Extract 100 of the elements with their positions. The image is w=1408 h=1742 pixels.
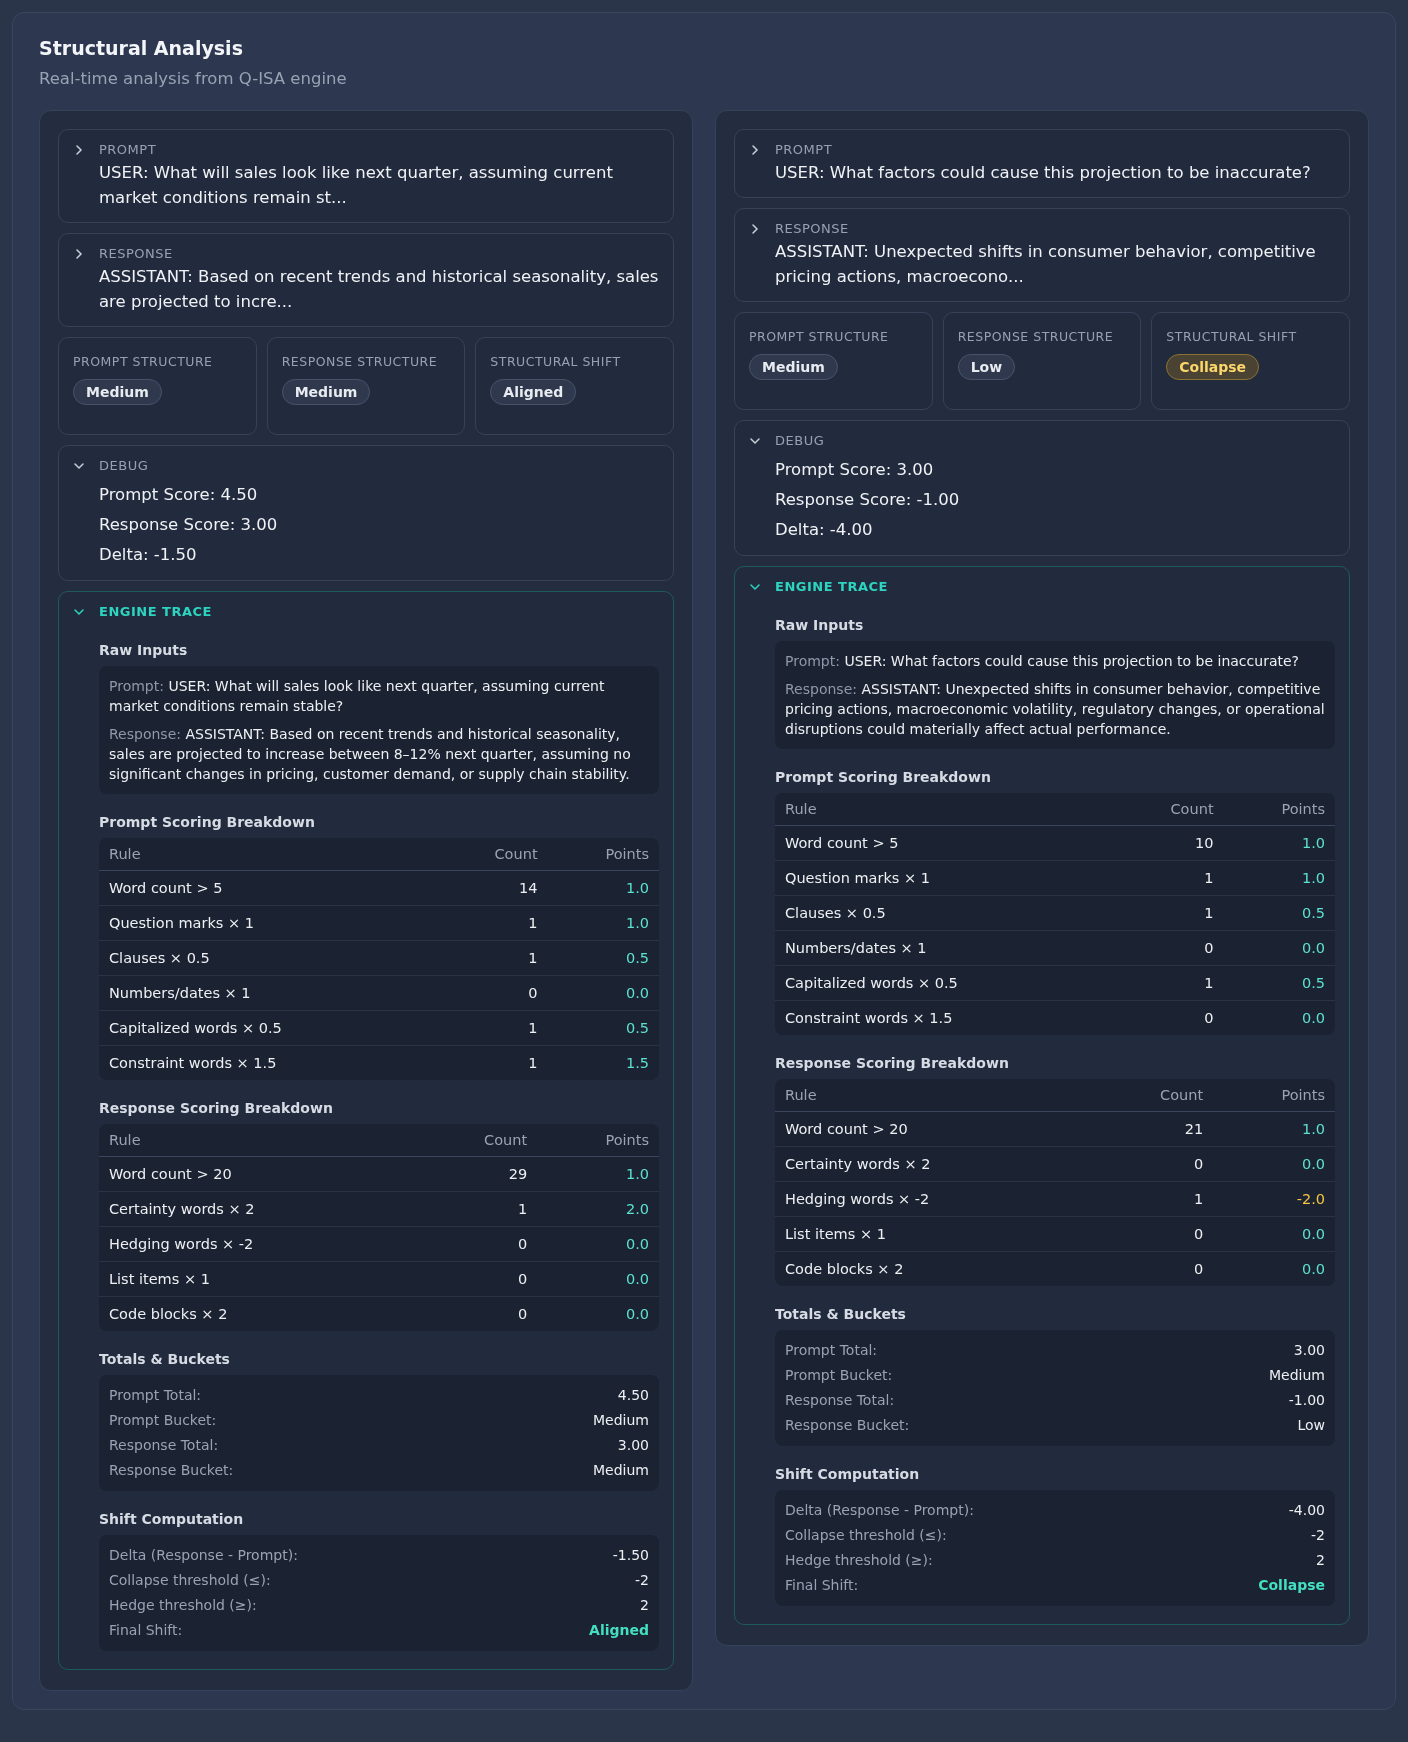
table-cell: Code blocks × 2: [775, 1251, 1093, 1286]
column-header: Count: [1092, 1079, 1214, 1112]
table-cell: 0: [437, 975, 548, 1011]
section-label[interactable]: PROMPT: [775, 140, 833, 160]
field-label: Response Total:: [109, 1436, 219, 1455]
page-subtitle: Real-time analysis from Q-ISA engine: [39, 69, 348, 88]
table-cell: 0: [416, 1226, 538, 1262]
table-title: Response Scoring Breakdown: [775, 1055, 1010, 1071]
section-label[interactable]: PROMPT: [99, 140, 157, 160]
field-value: Aligned: [589, 1621, 649, 1640]
column-header: Rule: [775, 793, 1114, 826]
chevron-right-icon: [749, 223, 761, 235]
table-cell: Clauses × 0.5: [775, 895, 1114, 931]
table-cell: 1: [437, 940, 548, 976]
section-label[interactable]: RESPONSE: [775, 219, 849, 239]
table-cell: List items × 1: [775, 1216, 1093, 1252]
section-label[interactable]: ENGINE TRACE: [775, 577, 888, 597]
table-cell: 1.0: [1223, 860, 1335, 896]
structure-label: PROMPT STRUCTURE: [73, 353, 213, 371]
table-cell: Word count > 20: [99, 1156, 417, 1192]
structure-label: RESPONSE STRUCTURE: [281, 353, 438, 371]
table-cell: 0.0: [547, 975, 659, 1011]
structure-badge: Medium: [749, 354, 838, 380]
table-cell: Hedging words × -2: [99, 1226, 417, 1262]
table-cell: 1.0: [547, 905, 659, 941]
section-title: Raw Inputs: [775, 617, 865, 633]
section-label[interactable]: DEBUG: [775, 431, 825, 451]
table-cell: 0.5: [1223, 895, 1335, 931]
section-title: Totals & Buckets: [99, 1351, 231, 1367]
section-title: Raw Inputs: [99, 642, 189, 658]
field-value: 3.00: [1293, 1341, 1325, 1360]
section-title: Totals & Buckets: [775, 1306, 907, 1322]
table-cell: Constraint words × 1.5: [99, 1045, 438, 1080]
field-value: Medium: [1269, 1366, 1325, 1385]
field-label: Collapse threshold (≤):: [109, 1571, 271, 1590]
table-title: Prompt Scoring Breakdown: [775, 769, 992, 785]
field-value: Low: [1297, 1416, 1325, 1435]
chevron-down-icon: [73, 460, 85, 472]
table-cell: 0.5: [547, 940, 659, 976]
section-label[interactable]: DEBUG: [99, 456, 149, 476]
field-value: Medium: [593, 1461, 649, 1480]
table-cell: Word count > 20: [775, 1111, 1093, 1147]
chevron-down-icon: [73, 606, 85, 618]
debug-line: Delta: -1.50: [99, 544, 198, 566]
table-cell: List items × 1: [99, 1261, 417, 1297]
table-cell: 1.0: [547, 870, 659, 906]
table-cell: 0.0: [1223, 930, 1335, 966]
field-label: Prompt Total:: [109, 1386, 202, 1405]
table-cell: Clauses × 0.5: [99, 940, 438, 976]
table-cell: Hedging words × -2: [775, 1181, 1093, 1217]
table-cell: Constraint words × 1.5: [775, 1000, 1114, 1035]
column-header: Points: [547, 838, 659, 871]
column-header: Points: [537, 1124, 659, 1157]
field-value: -4.00: [1288, 1501, 1325, 1520]
table-cell: Numbers/dates × 1: [775, 930, 1114, 966]
column-header: Count: [416, 1124, 538, 1157]
table-cell: 0: [416, 1296, 538, 1331]
table-cell: Certainty words × 2: [775, 1146, 1093, 1182]
table-title: Prompt Scoring Breakdown: [99, 814, 316, 830]
table-cell: Capitalized words × 0.5: [99, 1010, 438, 1046]
field-label: Response Bucket:: [785, 1416, 910, 1435]
table-cell: Certainty words × 2: [99, 1191, 417, 1227]
section-label[interactable]: ENGINE TRACE: [99, 602, 212, 622]
table-cell: 0.5: [547, 1010, 659, 1046]
structure-label: STRUCTURAL SHIFT: [490, 353, 621, 371]
field-label: Hedge threshold (≥):: [785, 1551, 933, 1570]
table-cell: 1.5: [547, 1045, 659, 1080]
table-cell: 21: [1092, 1111, 1214, 1147]
field-value: -2: [635, 1571, 649, 1590]
debug-line: Delta: -4.00: [775, 519, 874, 541]
debug-line: Prompt Score: 3.00: [775, 459, 935, 481]
response-text: ASSISTANT: Based on recent trends and historical seasonality, sales are projected to incre...: [99, 266, 659, 313]
field-value: Medium: [593, 1411, 649, 1430]
table-cell: 1.0: [1213, 1111, 1335, 1147]
table-cell: 0.0: [1213, 1216, 1335, 1252]
field-label: Prompt Total:: [785, 1341, 878, 1360]
column-header: Rule: [99, 838, 438, 871]
field-label: Final Shift:: [109, 1621, 183, 1640]
column-header: Rule: [775, 1079, 1093, 1112]
table-cell: 0: [416, 1261, 538, 1297]
table-cell: 0.5: [1223, 965, 1335, 1001]
column-header: Points: [1223, 793, 1335, 826]
table-cell: 1: [437, 1010, 548, 1046]
prompt-text: USER: What will sales look like next quarter, assuming current market conditions remain st...: [99, 162, 614, 209]
field-value: Collapse: [1258, 1576, 1325, 1595]
column-header: Count: [437, 838, 548, 871]
raw-input-text: Response: ASSISTANT: Unexpected shifts in consumer behavior, competitive pricing actions, macroeconomic volatility, regulatory changes, or operational disruptions could materially affect actual performance.: [785, 680, 1325, 739]
table-cell: 0.0: [1213, 1251, 1335, 1286]
structure-badge: Aligned: [490, 379, 577, 405]
structure-label: STRUCTURAL SHIFT: [1166, 328, 1297, 346]
field-label: Response Total:: [785, 1391, 895, 1410]
prompt-text: USER: What factors could cause this projection to be inaccurate?: [775, 162, 1312, 184]
debug-line: Response Score: -1.00: [775, 489, 961, 511]
raw-input-text: Prompt: USER: What will sales look like next quarter, assuming current market conditions remain stable?: [109, 677, 606, 716]
table-title: Response Scoring Breakdown: [99, 1100, 334, 1116]
section-label[interactable]: RESPONSE: [99, 244, 173, 264]
structure-badge: Medium: [73, 379, 162, 405]
table-cell: 0: [1092, 1251, 1214, 1286]
table-cell: 0: [1113, 930, 1224, 966]
table-cell: Question marks × 1: [99, 905, 438, 941]
